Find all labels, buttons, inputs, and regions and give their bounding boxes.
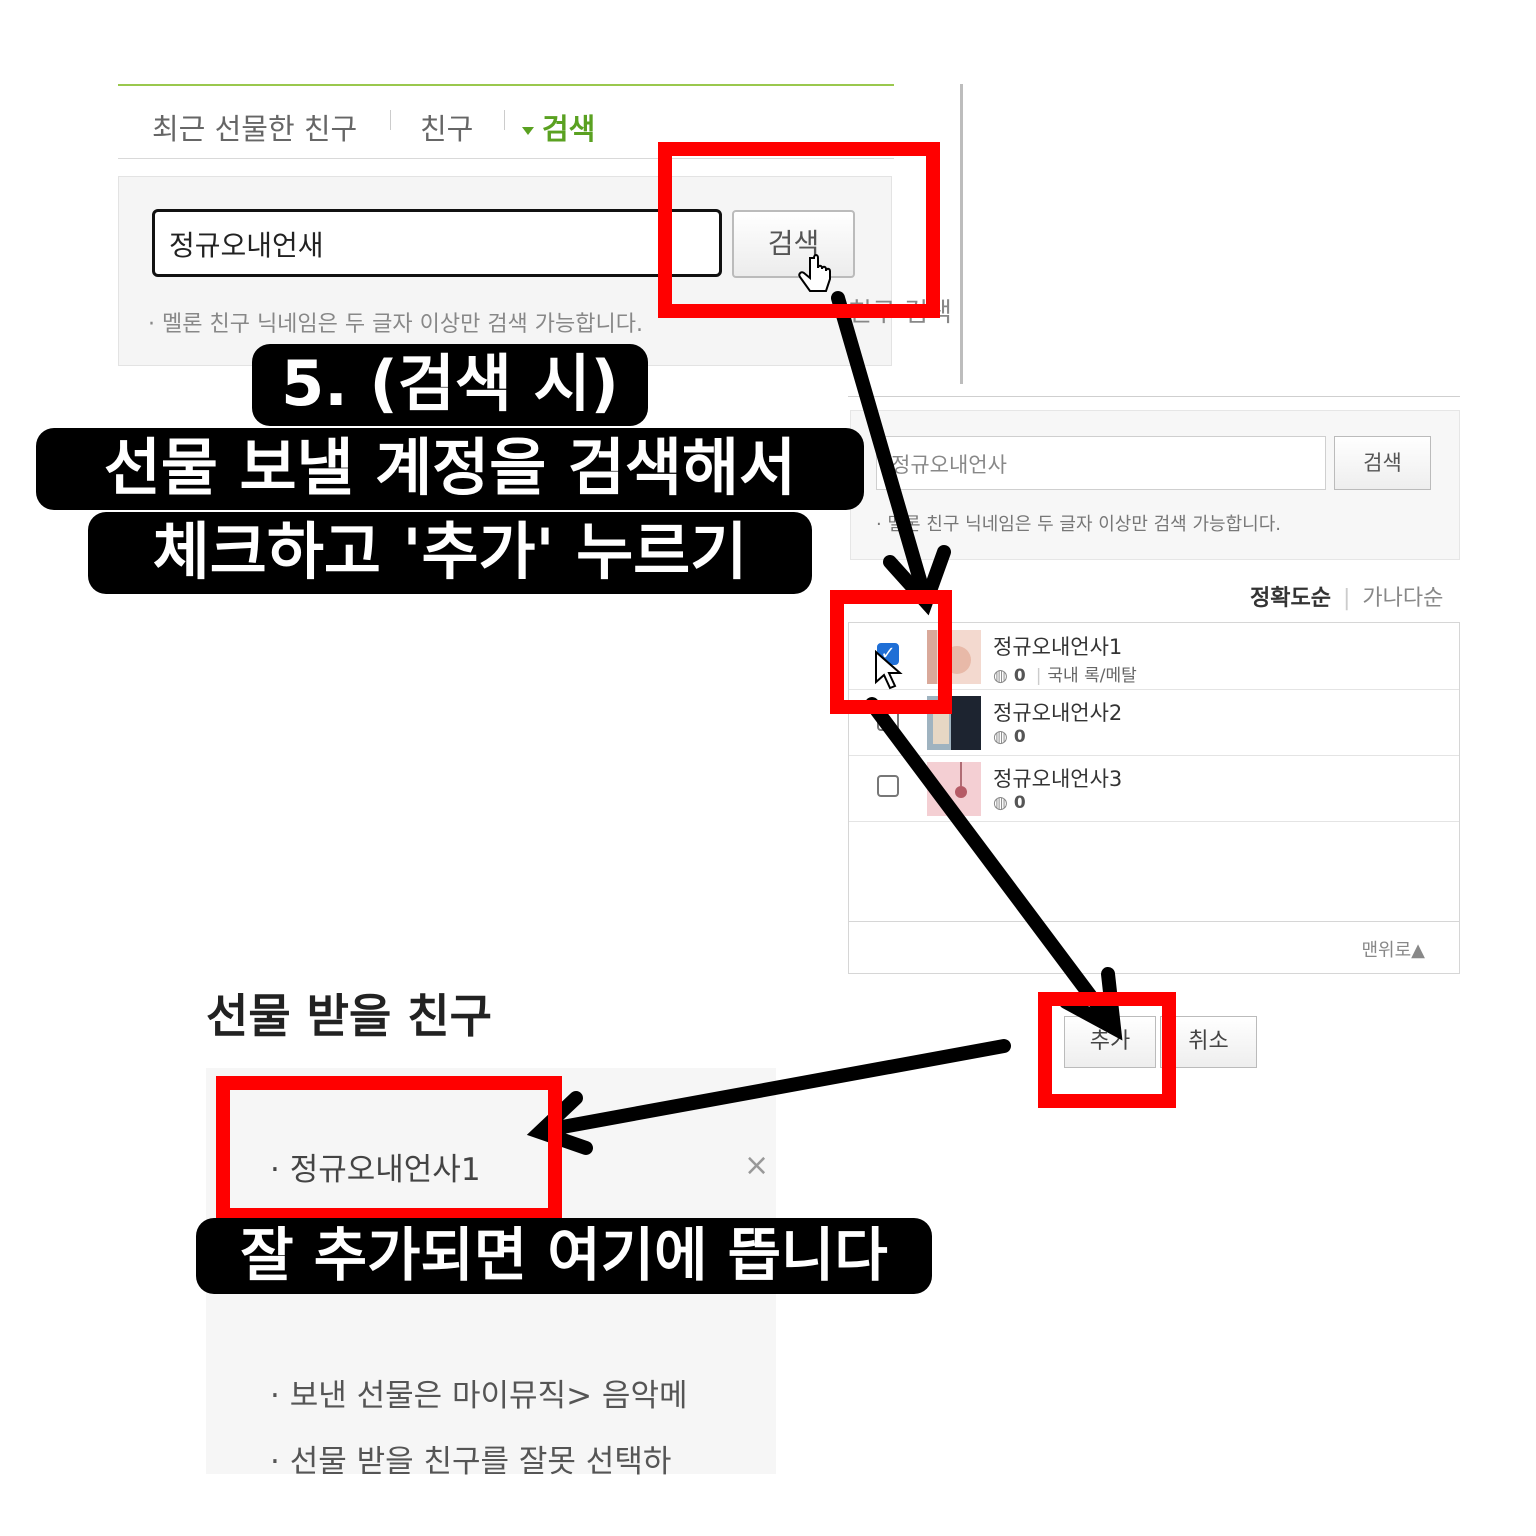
arrow-line xyxy=(539,1039,1011,1137)
highlight-receiver xyxy=(216,1076,562,1222)
step-caption-line3: 체크하고 '추가' 누르기 xyxy=(88,512,812,594)
step-caption-line2: 선물 보낼 계정을 검색해서 xyxy=(36,428,864,510)
step-caption-line1: 5. (검색 시) xyxy=(252,344,648,426)
highlight-checkbox xyxy=(830,590,952,714)
highlight-add-button xyxy=(1038,992,1176,1108)
result-caption: 잘 추가되면 여기에 뜹니다 xyxy=(196,1218,932,1294)
arrow-line xyxy=(865,697,1117,1029)
highlight-search-button xyxy=(658,142,940,318)
